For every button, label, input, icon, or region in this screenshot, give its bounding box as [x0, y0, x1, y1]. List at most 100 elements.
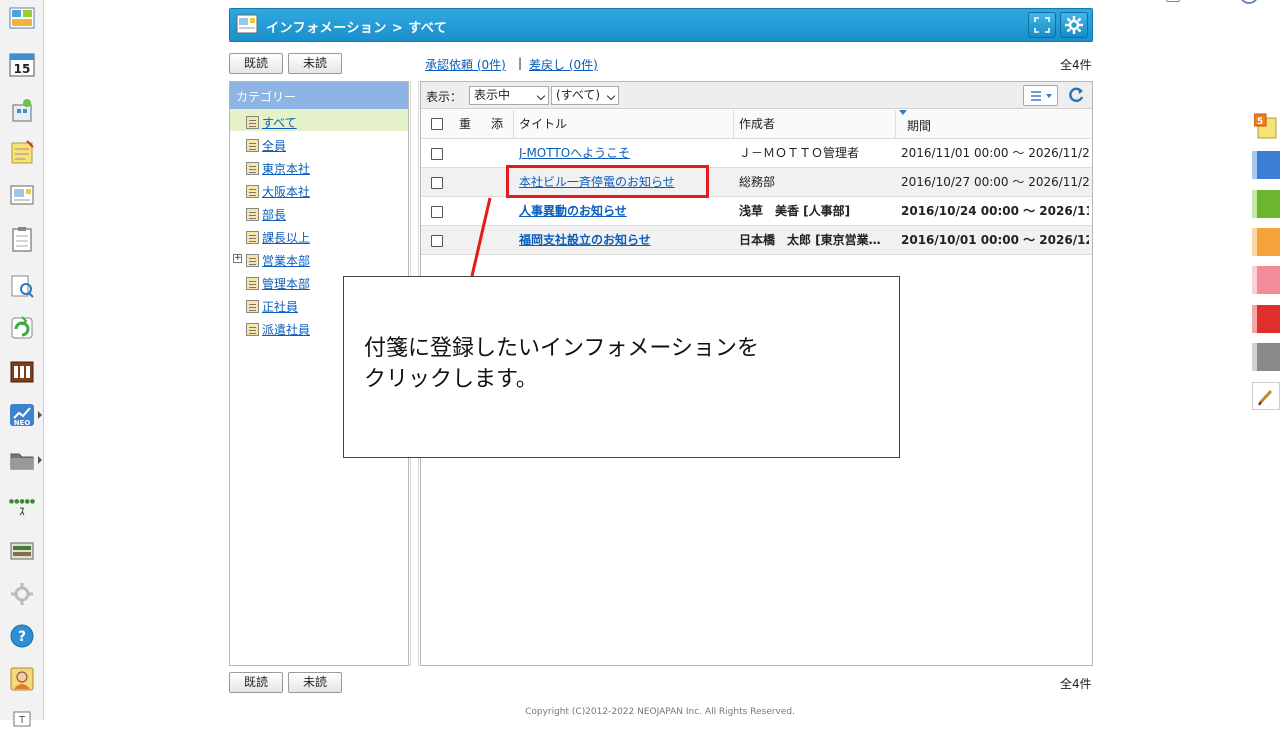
sort-desc-icon — [899, 110, 907, 115]
row-author: Ｊ－ＭＯＴＴＯ管理者 — [739, 146, 860, 160]
display-filter-select[interactable]: 表示中 — [469, 86, 549, 105]
row-author: 浅草 美香 [人事部] — [739, 204, 851, 218]
row-period: 2016/10/01 00:00 ～ 2026/12… — [901, 233, 1089, 247]
orange-tab[interactable] — [1252, 228, 1280, 256]
row-checkbox[interactable] — [431, 177, 443, 189]
table-row[interactable]: J-MOTTOへようこそ Ｊ－ＭＯＴＴＯ管理者 2016/11/01 00:00 ～… — [421, 138, 1092, 167]
category-label[interactable]: 管理本部 — [262, 275, 310, 292]
category-item[interactable]: すべて — [246, 112, 297, 132]
row-period: 2016/10/27 00:00 ～ 2026/11/2… — [901, 175, 1089, 189]
page-title: インフォメーション > すべて — [266, 21, 448, 36]
pencil-icon[interactable] — [1252, 382, 1280, 410]
window-icon[interactable] — [1166, 0, 1180, 2]
category-label[interactable]: 営業本部 — [262, 252, 310, 269]
calendar-icon[interactable]: 15 — [8, 50, 36, 78]
sticky-notes-icon[interactable]: 5 — [1253, 112, 1278, 140]
table-row[interactable]: 人事異動のお知らせ 浅草 美香 [人事部] 2016/10/24 00:00 ～ 2… — [421, 196, 1092, 225]
search-icon[interactable] — [8, 272, 36, 300]
refresh-button[interactable] — [1065, 85, 1087, 106]
expand-arrow-icon[interactable] — [38, 411, 42, 419]
row-checkbox[interactable] — [431, 206, 443, 218]
view-menu-button[interactable] — [1023, 85, 1058, 106]
category-label[interactable]: 課長以上 — [262, 229, 310, 246]
category-icon — [246, 184, 259, 198]
category-item[interactable]: 東京本社 — [246, 158, 310, 178]
category-label[interactable]: 派遣社員 — [262, 321, 310, 338]
pink-tab[interactable] — [1252, 266, 1280, 294]
row-author: 日本橋 太郎 [東京営業… — [739, 233, 881, 247]
timecard-icon[interactable] — [8, 358, 36, 386]
expand-arrow-icon[interactable] — [38, 456, 42, 464]
category-item[interactable]: + 営業本部 — [233, 250, 310, 270]
todo-icon[interactable] — [8, 225, 36, 253]
row-checkbox[interactable] — [431, 235, 443, 247]
red-tab[interactable] — [1252, 305, 1280, 333]
callout-text: 付箋に登録したいインフォメーションを クリックします。 — [364, 333, 759, 395]
category-label[interactable]: すべて — [262, 114, 297, 131]
mark-read-button[interactable]: 既読 — [229, 53, 283, 74]
category-label[interactable]: 大阪本社 — [262, 183, 310, 200]
gear-icon — [1065, 16, 1083, 34]
neo-icon[interactable]: NEO — [8, 401, 36, 429]
category-item[interactable]: 管理本部 — [246, 273, 310, 293]
folder-icon[interactable] — [8, 446, 36, 474]
green-tab[interactable] — [1252, 190, 1280, 218]
approval-request-link[interactable]: 承認依頼 (0件) — [425, 56, 506, 73]
expand-plus-icon[interactable]: + — [233, 254, 242, 263]
fullscreen-button[interactable] — [1028, 12, 1056, 38]
list-menu-icon — [1031, 91, 1052, 101]
svg-text:ｽ: ｽ — [20, 507, 25, 518]
status-filter-select[interactable]: (すべて) — [551, 86, 619, 105]
row-title-link[interactable]: J-MOTTOへようこそ — [519, 139, 630, 168]
col-duplicate[interactable]: 重 — [459, 110, 471, 138]
category-item[interactable]: 部長 — [246, 204, 286, 224]
row-period: 2016/10/24 00:00 ～ 2026/11… — [901, 204, 1089, 218]
settings-button[interactable] — [1060, 12, 1088, 38]
gray-tab[interactable] — [1252, 343, 1280, 371]
mark-unread-button[interactable]: 未読 — [288, 53, 342, 74]
category-icon — [246, 299, 259, 313]
col-title[interactable]: タイトル — [519, 110, 567, 138]
help-icon[interactable]: ? — [8, 622, 36, 650]
row-divider — [421, 254, 1092, 255]
chevron-down-icon — [606, 91, 616, 101]
workflow-icon[interactable] — [8, 314, 36, 342]
category-item[interactable]: 課長以上 — [246, 227, 310, 247]
information-icon[interactable] — [8, 181, 36, 209]
row-title-link[interactable]: 福岡支社設立のお知らせ — [519, 226, 651, 255]
category-item[interactable]: 派遣社員 — [246, 319, 310, 339]
category-label[interactable]: 部長 — [262, 206, 286, 223]
table-row[interactable]: 福岡支社設立のお知らせ 日本橋 太郎 [東京営業… 2016/10/01 00:00… — [421, 225, 1092, 254]
board-icon[interactable] — [8, 537, 36, 565]
mark-unread-button-bottom[interactable]: 未読 — [288, 672, 342, 693]
category-item[interactable]: 大阪本社 — [246, 181, 310, 201]
sticky-note-bar: 5 — [1250, 0, 1280, 720]
category-header: カテゴリー — [230, 82, 408, 109]
category-item[interactable]: 正社員 — [246, 296, 298, 316]
col-author[interactable]: 作成者 — [739, 110, 775, 138]
category-icon — [246, 230, 259, 244]
col-period[interactable]: 期間 — [907, 112, 931, 140]
settings-icon[interactable] — [8, 580, 36, 608]
row-title-link[interactable]: 人事異動のお知らせ — [519, 197, 627, 226]
sticky-badge: 5 — [1257, 117, 1263, 127]
portal-icon[interactable] — [8, 4, 36, 32]
user-icon[interactable] — [8, 665, 36, 693]
total-count-bottom: 全4件 — [1060, 677, 1092, 691]
expand-icon — [1034, 17, 1050, 33]
category-label[interactable]: 東京本社 — [262, 160, 310, 177]
category-item[interactable]: 全員 — [246, 135, 286, 155]
mark-read-button-bottom[interactable]: 既読 — [229, 672, 283, 693]
ranking-icon[interactable]: ●●●●● ｽ — [8, 492, 36, 520]
row-checkbox[interactable] — [431, 148, 443, 160]
select-all-checkbox[interactable] — [431, 118, 443, 130]
category-icon — [246, 115, 259, 129]
col-attachment[interactable]: 添 — [491, 110, 503, 138]
link-separator: | — [518, 56, 523, 70]
category-label[interactable]: 全員 — [262, 137, 286, 154]
blue-tab[interactable] — [1252, 151, 1280, 179]
category-label[interactable]: 正社員 — [262, 298, 298, 315]
returned-link[interactable]: 差戻し (0件) — [529, 56, 598, 73]
memo-icon[interactable] — [8, 138, 36, 166]
facility-icon[interactable] — [8, 96, 36, 124]
